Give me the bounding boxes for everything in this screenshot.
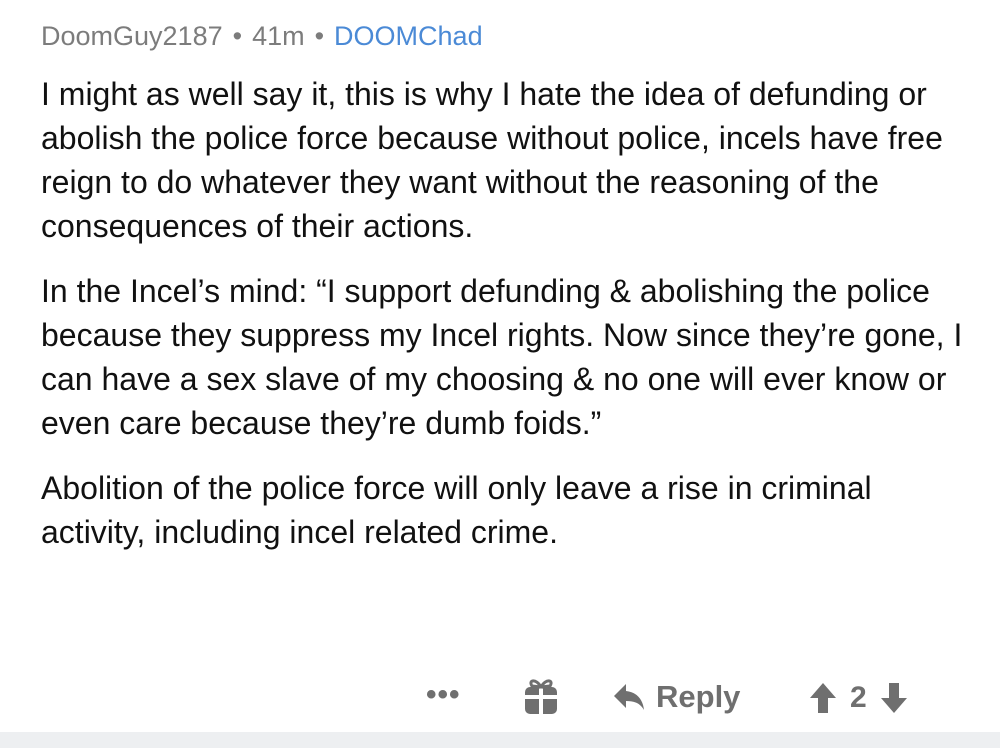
- bottom-divider: [0, 732, 1000, 748]
- comment-meta: DoomGuy2187 • 41m • DOOMChad: [41, 18, 483, 54]
- comment-body: I might as well say it, this is why I ha…: [41, 72, 981, 575]
- more-options-icon: •••: [426, 678, 461, 711]
- vote-score: 2: [850, 681, 867, 714]
- award-button[interactable]: [522, 676, 560, 716]
- author-name[interactable]: DoomGuy2187: [41, 21, 223, 51]
- reply-arrow-icon: [614, 684, 644, 710]
- meta-separator: •: [232, 21, 243, 51]
- comment-paragraph: In the Incel’s mind: “I support defundin…: [41, 273, 963, 441]
- downvote-arrow-icon[interactable]: [879, 681, 909, 715]
- gift-icon: [525, 679, 557, 714]
- meta-separator: •: [314, 21, 325, 51]
- reply-button[interactable]: Reply: [612, 676, 740, 718]
- user-flair: DOOMChad: [334, 21, 483, 51]
- more-options-button[interactable]: •••: [426, 678, 461, 712]
- comment-age: 41m: [252, 21, 305, 51]
- comment-paragraph: Abolition of the police force will only …: [41, 470, 872, 550]
- reply-label: Reply: [656, 679, 741, 714]
- upvote-arrow-icon[interactable]: [808, 681, 838, 715]
- comment: DoomGuy2187 • 41m • DOOMChad I might as well…: [0, 0, 1000, 732]
- comment-actions: ••• Reply 2: [0, 672, 1000, 722]
- vote-controls: 2: [808, 678, 909, 718]
- comment-paragraph: I might as well say it, this is why I ha…: [41, 76, 943, 244]
